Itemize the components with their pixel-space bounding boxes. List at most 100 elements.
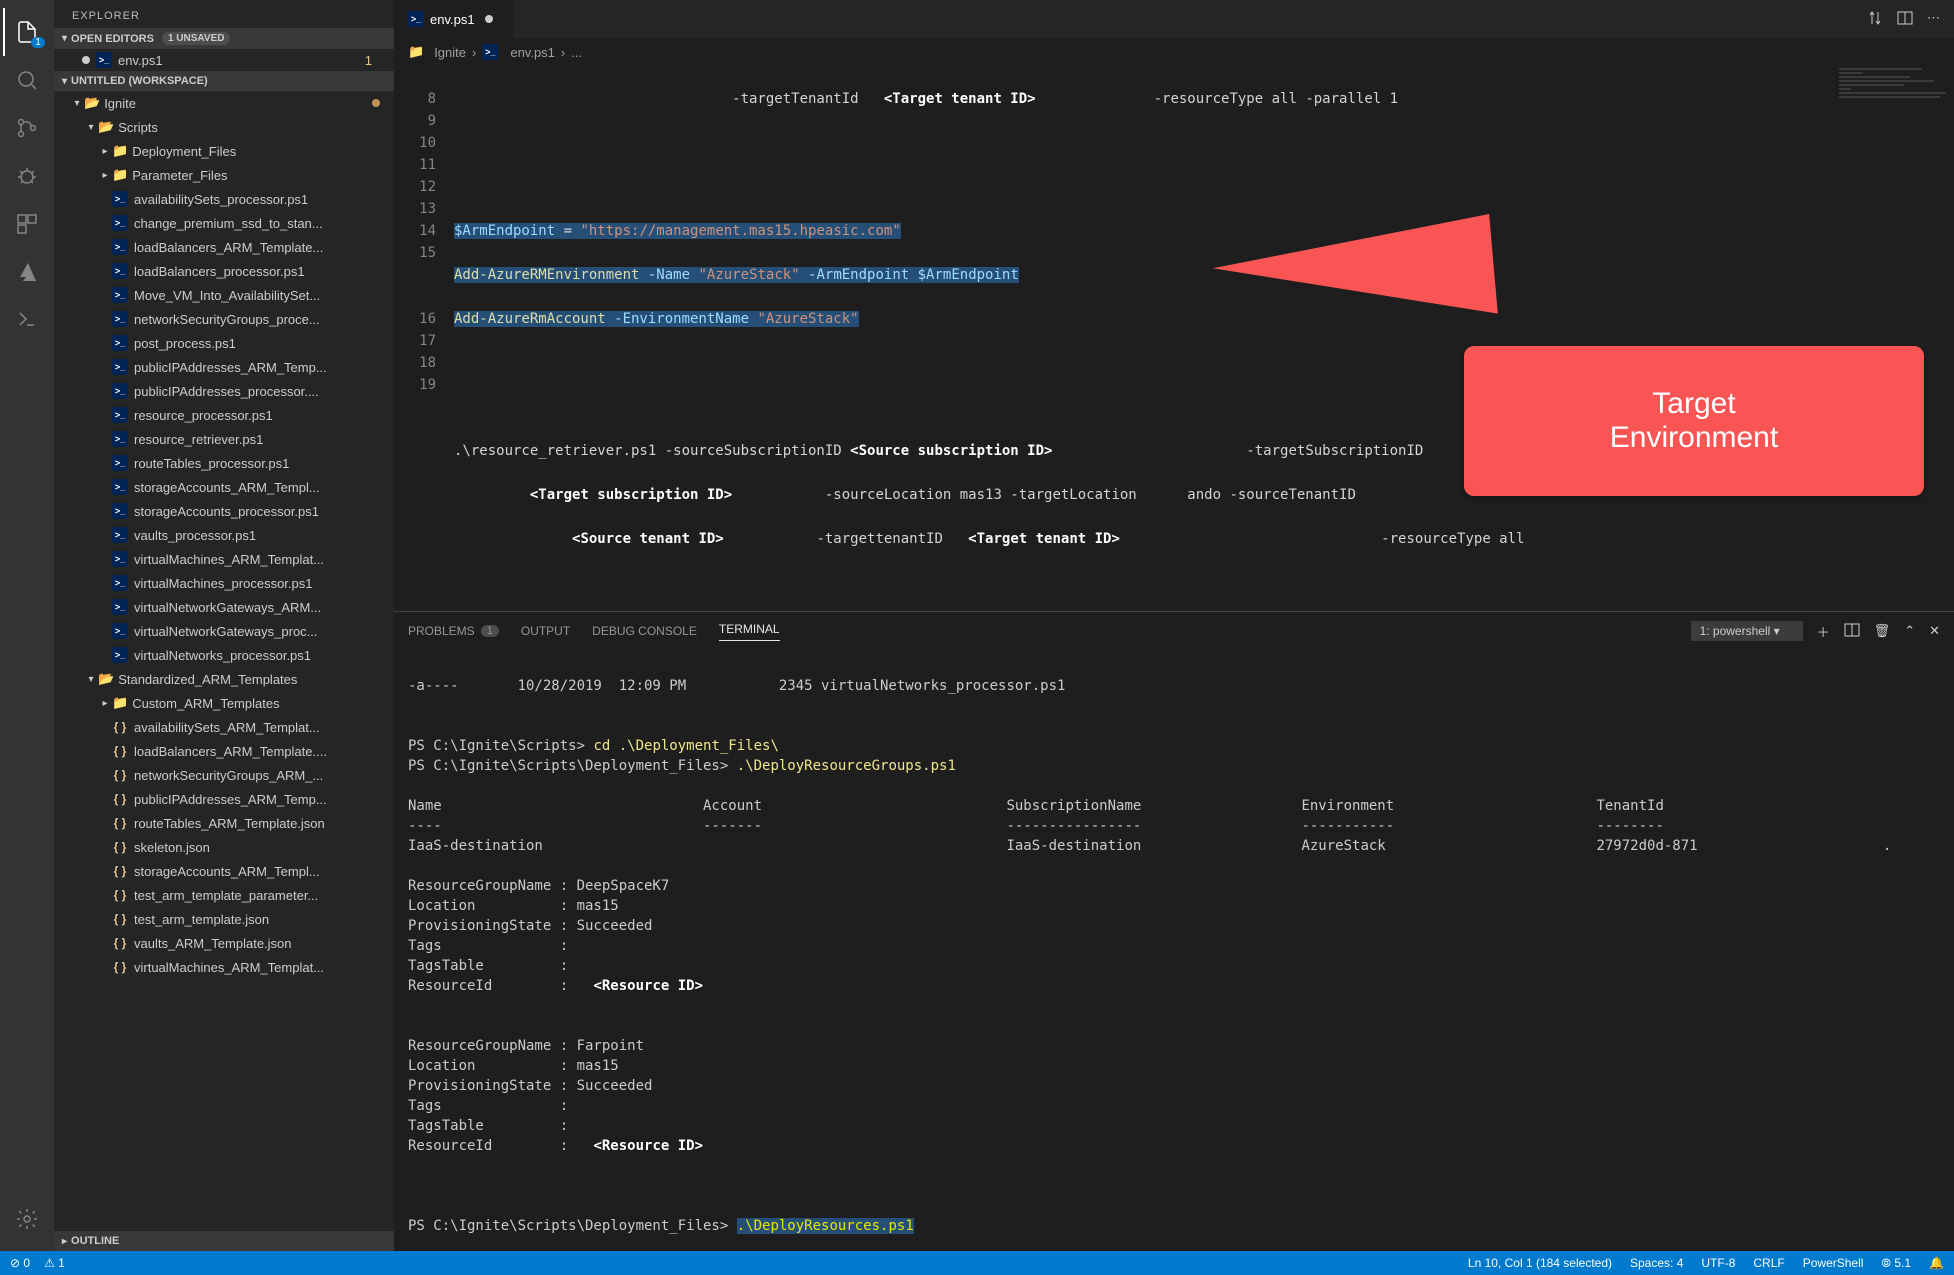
folder-icon: 📂 xyxy=(98,119,114,135)
editor-body[interactable]: 8910111213141516171819 -targetTenantId <… xyxy=(394,66,1954,611)
open-editor-item[interactable]: >_ env.ps1 1 xyxy=(54,49,394,71)
tree-row[interactable]: ▾📂Ignite xyxy=(54,91,394,115)
open-editors-header[interactable]: ▾ OPEN EDITORS 1 UNSAVED xyxy=(54,28,394,49)
tree-row[interactable]: ▸📁Deployment_Files xyxy=(54,139,394,163)
tree-row[interactable]: ▸📁Custom_ARM_Templates xyxy=(54,691,394,715)
minimap[interactable] xyxy=(1834,66,1954,611)
tree-row[interactable]: >_publicIPAddresses_ARM_Temp... xyxy=(54,355,394,379)
tree-row[interactable]: >_virtualMachines_ARM_Templat... xyxy=(54,547,394,571)
status-spaces[interactable]: Spaces: 4 xyxy=(1630,1256,1683,1270)
tree-row[interactable]: >_vaults_processor.ps1 xyxy=(54,523,394,547)
tree-row[interactable]: >_routeTables_processor.ps1 xyxy=(54,451,394,475)
activity-scm[interactable] xyxy=(3,104,51,152)
more-icon[interactable]: ⋯ xyxy=(1927,10,1940,29)
tab-env-ps1[interactable]: >_ env.ps1 xyxy=(394,0,514,38)
activity-explorer[interactable]: 1 xyxy=(3,8,51,56)
tree-row[interactable]: ▾📂Standardized_ARM_Templates xyxy=(54,667,394,691)
tree-row[interactable]: >_resource_retriever.ps1 xyxy=(54,427,394,451)
powershell-file-icon: >_ xyxy=(112,263,128,279)
powershell-file-icon: >_ xyxy=(482,44,498,60)
tree-row[interactable]: >_networkSecurityGroups_proce... xyxy=(54,307,394,331)
tree-row[interactable]: >_ loadBalancers_processor.ps1 xyxy=(54,259,394,283)
activity-debug[interactable] xyxy=(3,152,51,200)
tree-row[interactable]: >_virtualNetworkGateways_proc... xyxy=(54,619,394,643)
tree-row[interactable]: ▾📂Scripts xyxy=(54,115,394,139)
powershell-file-icon: >_ xyxy=(112,503,128,519)
tree-row[interactable]: >_virtualNetworks_processor.ps1 xyxy=(54,643,394,667)
tree-row[interactable]: >_loadBalancers_ARM_Template... xyxy=(54,235,394,259)
tree-row[interactable]: >_Move_VM_Into_AvailabilitySet... xyxy=(54,283,394,307)
maximize-panel-icon[interactable]: ⌃ xyxy=(1904,623,1915,639)
tree-row[interactable]: { }test_arm_template.json xyxy=(54,907,394,931)
folder-icon: 📂 xyxy=(98,671,114,687)
powershell-file-icon: >_ xyxy=(408,11,424,27)
status-encoding[interactable]: UTF-8 xyxy=(1701,1256,1735,1270)
tree-row[interactable]: { }availabilitySets_ARM_Templat... xyxy=(54,715,394,739)
tree-row[interactable]: { }networkSecurityGroups_ARM_... xyxy=(54,763,394,787)
activity-extensions[interactable] xyxy=(3,200,51,248)
activity-azure[interactable] xyxy=(3,248,51,296)
tree-row[interactable]: >_change_premium_ssd_to_stan... xyxy=(54,211,394,235)
activity-settings[interactable] xyxy=(3,1195,51,1243)
status-bell-icon[interactable]: 🔔 xyxy=(1929,1256,1944,1270)
status-extension[interactable]: ⦾ 5.1 xyxy=(1881,1256,1911,1271)
powershell-file-icon: >_ xyxy=(112,335,128,351)
activity-search[interactable] xyxy=(3,56,51,104)
status-errors[interactable]: ⊘ 0 xyxy=(10,1256,30,1270)
tree-label: storageAccounts_processor.ps1 xyxy=(134,504,319,519)
workspace-header[interactable]: ▾ UNTITLED (WORKSPACE) xyxy=(54,71,394,91)
breadcrumb[interactable]: 📁 Ignite › >_ env.ps1 › ... xyxy=(394,38,1954,66)
tree-label: post_process.ps1 xyxy=(134,336,236,351)
tab-problems[interactable]: PROBLEMS 1 xyxy=(408,624,499,638)
folder-icon: 📂 xyxy=(84,95,100,111)
tree-row[interactable]: { }skeleton.json xyxy=(54,835,394,859)
terminal-output[interactable]: -a---- 10/28/2019 12:09 PM 2345 virtualN… xyxy=(394,650,1954,1251)
tree-label: test_arm_template_parameter... xyxy=(134,888,318,903)
tree-row[interactable]: { }test_arm_template_parameter... xyxy=(54,883,394,907)
json-file-icon: { } xyxy=(112,840,128,854)
tab-output[interactable]: OUTPUT xyxy=(521,624,570,638)
tree-row[interactable]: { }routeTables_ARM_Template.json xyxy=(54,811,394,835)
tree-label: vaults_ARM_Template.json xyxy=(134,936,292,951)
file-tree[interactable]: ▾📂Ignite▾📂Scripts▸📁Deployment_Files▸📁Par… xyxy=(54,91,394,1231)
tree-row[interactable]: { }loadBalancers_ARM_Template.... xyxy=(54,739,394,763)
new-terminal-icon[interactable]: ＋ xyxy=(1817,622,1830,641)
folder-icon: 📁 xyxy=(112,695,128,711)
tree-row[interactable]: >_virtualNetworkGateways_ARM... xyxy=(54,595,394,619)
tree-label: Move_VM_Into_AvailabilitySet... xyxy=(134,288,320,303)
kill-terminal-icon[interactable]: 🗑 xyxy=(1874,623,1891,639)
activity-powershell[interactable] xyxy=(3,296,51,344)
status-language[interactable]: PowerShell xyxy=(1803,1256,1864,1270)
powershell-file-icon: >_ xyxy=(112,239,128,255)
tree-row[interactable]: { }vaults_ARM_Template.json xyxy=(54,931,394,955)
tree-row[interactable]: >_ storageAccounts_processor.ps1 xyxy=(54,499,394,523)
tab-debug-console[interactable]: DEBUG CONSOLE xyxy=(592,624,697,638)
tree-row[interactable]: >_ post_process.ps1 xyxy=(54,331,394,355)
outline-header[interactable]: ▸ OUTLINE xyxy=(54,1231,394,1251)
status-eol[interactable]: CRLF xyxy=(1753,1256,1784,1270)
tree-label: virtualNetworkGateways_proc... xyxy=(134,624,318,639)
tree-row[interactable]: >_resource_processor.ps1 xyxy=(54,403,394,427)
tree-label: virtualNetworkGateways_ARM... xyxy=(134,600,321,615)
tree-row[interactable]: { }virtualMachines_ARM_Templat... xyxy=(54,955,394,979)
tree-row[interactable]: >_storageAccounts_ARM_Templ... xyxy=(54,475,394,499)
status-warnings[interactable]: ⚠ 1 xyxy=(44,1256,65,1270)
split-terminal-icon[interactable] xyxy=(1844,622,1860,641)
status-cursor[interactable]: Ln 10, Col 1 (184 selected) xyxy=(1468,1256,1612,1270)
compare-icon[interactable] xyxy=(1867,10,1883,29)
tree-label: loadBalancers_ARM_Template.... xyxy=(134,744,327,759)
tree-label: loadBalancers_processor.ps1 xyxy=(134,264,305,279)
tree-row[interactable]: ▸📁Parameter_Files xyxy=(54,163,394,187)
json-file-icon: { } xyxy=(112,864,128,878)
split-editor-icon[interactable] xyxy=(1897,10,1913,29)
tree-row[interactable]: >_publicIPAddresses_processor.... xyxy=(54,379,394,403)
tree-row[interactable]: >_availabilitySets_processor.ps1 xyxy=(54,187,394,211)
tree-row[interactable]: { }publicIPAddresses_ARM_Temp... xyxy=(54,787,394,811)
powershell-file-icon: >_ xyxy=(112,575,128,591)
tree-row[interactable]: >_virtualMachines_processor.ps1 xyxy=(54,571,394,595)
terminal-select[interactable]: 1: powershell ▾ xyxy=(1691,621,1803,641)
tab-terminal[interactable]: TERMINAL xyxy=(719,622,780,641)
tree-row[interactable]: { }storageAccounts_ARM_Templ... xyxy=(54,859,394,883)
code-area[interactable]: -targetTenantId <Target tenant ID> -reso… xyxy=(454,66,1954,611)
close-panel-icon[interactable]: ✕ xyxy=(1929,623,1940,639)
